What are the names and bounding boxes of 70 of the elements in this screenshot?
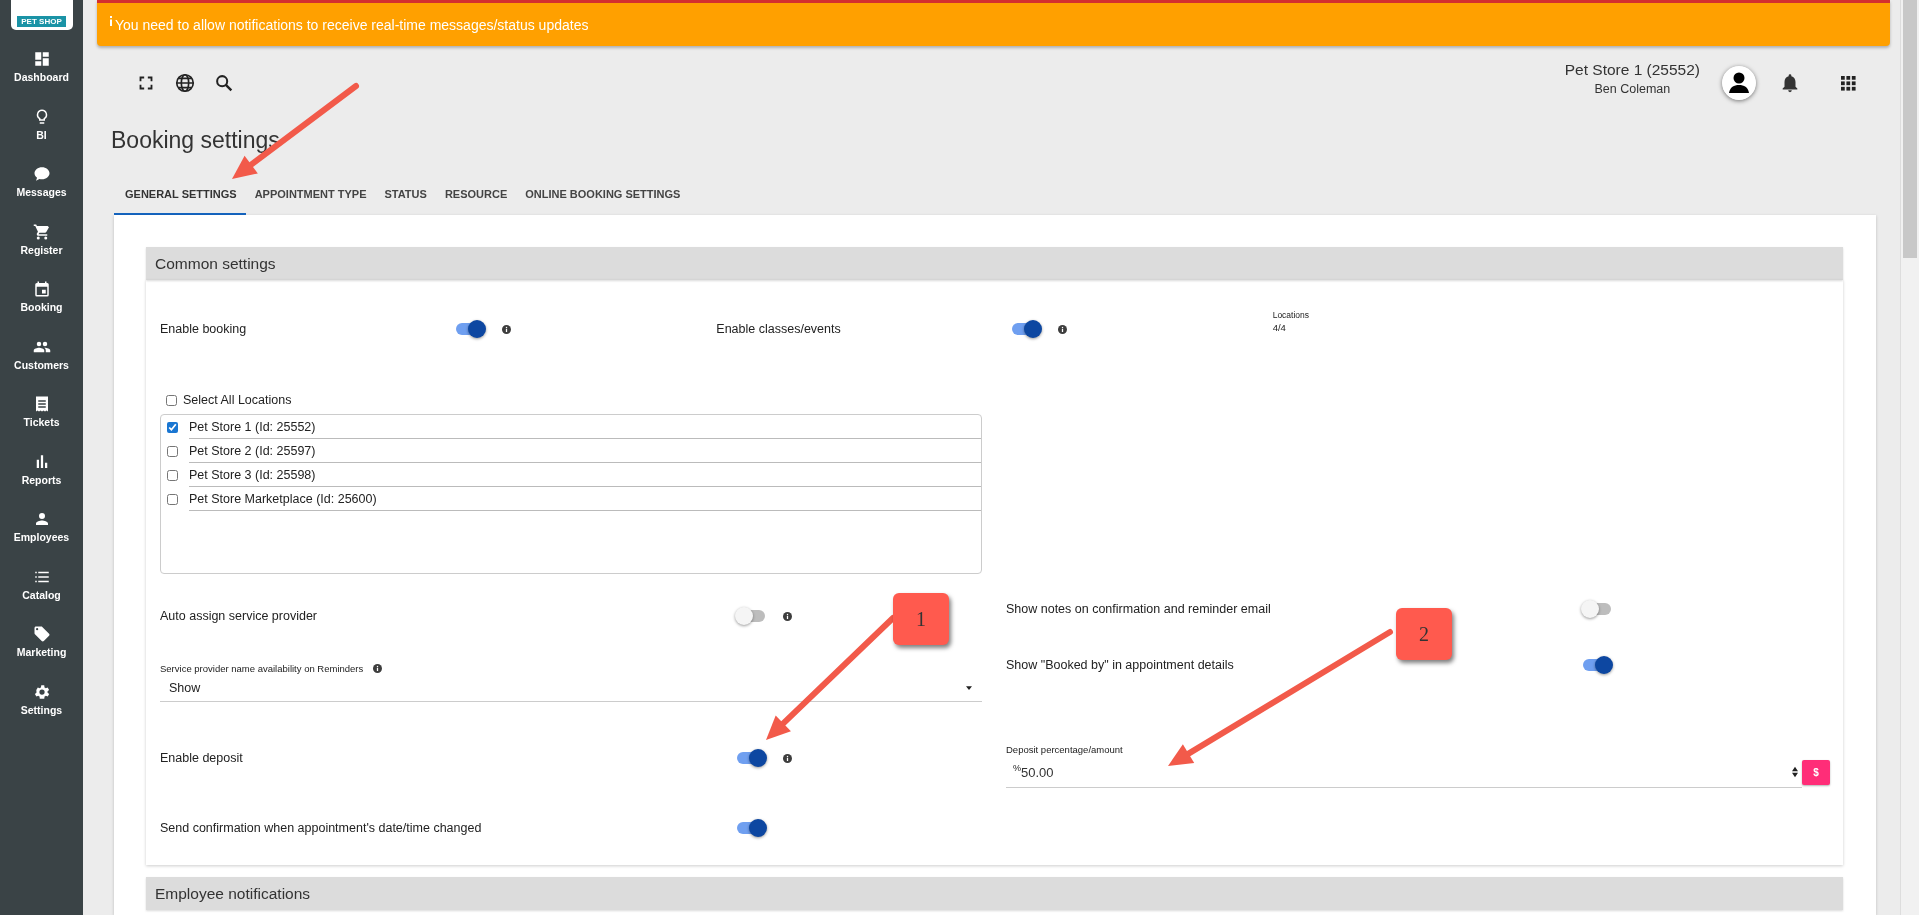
search-icon[interactable]: [213, 72, 235, 94]
checkbox[interactable]: [167, 469, 178, 481]
sidebar-item[interactable]: Settings: [0, 670, 83, 728]
location-item[interactable]: Pet Store 1 (Id: 25552): [189, 415, 981, 439]
field-label: Deposit percentage/amount: [1006, 744, 1123, 755]
location-item[interactable]: Pet Store 3 (Id: 25598): [189, 463, 981, 487]
section-header: Common settings: [146, 247, 1843, 280]
sidebar-item[interactable]: Employees: [0, 498, 83, 556]
location-item[interactable]: Pet Store 2 (Id: 25597): [189, 439, 981, 463]
sidebar-item[interactable]: Tickets: [0, 383, 83, 441]
tag-icon: [32, 625, 51, 644]
sidebar-item[interactable]: Dashboard: [0, 38, 83, 96]
user-name: Ben Coleman: [1594, 81, 1671, 96]
toggle-switch[interactable]: [735, 748, 769, 768]
dashboard-icon: [32, 50, 51, 69]
info-icon[interactable]: [783, 611, 792, 621]
setting-label: Show "Booked by" in appointment details: [1006, 658, 1235, 672]
sidebar-item[interactable]: Reports: [0, 440, 83, 498]
setting-label: Enable booking: [160, 322, 248, 336]
setting-label: Enable classes/events: [716, 322, 842, 336]
logo[interactable]: PET SHOP: [10, 0, 73, 30]
scrollbar[interactable]: [1900, 0, 1919, 915]
checkbox[interactable]: [167, 445, 178, 457]
info-icon[interactable]: [373, 664, 383, 673]
tab[interactable]: RESOURCE: [435, 175, 517, 215]
checkbox[interactable]: [167, 421, 178, 433]
checkbox[interactable]: [166, 394, 177, 406]
caret-icon: [966, 685, 972, 690]
setting-label: Send confirmation when appointment's date/time changed: [160, 821, 483, 835]
number-callout: 1: [893, 593, 949, 645]
sidebar-item[interactable]: Messages: [0, 153, 83, 211]
setting-label: Show notes on confirmation and reminder email: [1006, 602, 1272, 616]
locations-label: Locations: [1272, 310, 1311, 320]
spinner-icon[interactable]: [1792, 766, 1798, 778]
info-icon[interactable]: [1058, 324, 1068, 334]
setting-label: Auto assign service provider: [160, 609, 319, 623]
tab[interactable]: APPOINTMENT TYPE: [245, 175, 376, 215]
cart-icon: [32, 222, 51, 241]
globe-icon[interactable]: [174, 72, 196, 94]
number-callout: 2: [1396, 608, 1452, 660]
currency-button[interactable]: $: [1802, 760, 1830, 785]
location-item[interactable]: Pet Store Marketplace (Id: 25600): [189, 487, 981, 511]
calendar-icon: [32, 280, 51, 299]
checkbox[interactable]: [167, 493, 178, 505]
locations-count: 4/4: [1272, 322, 1287, 333]
field-label: Service provider name availability on Reminders: [160, 663, 364, 674]
dropdown-field[interactable]: Show: [160, 674, 982, 702]
page-title: Booking settings: [111, 126, 281, 155]
avatar-icon[interactable]: [1722, 66, 1756, 100]
apps-grid-icon[interactable]: [1841, 75, 1856, 91]
settings-icon: [32, 682, 51, 701]
info-icon[interactable]: [502, 324, 511, 334]
info-icon[interactable]: [783, 753, 792, 763]
toggle-switch[interactable]: [1581, 655, 1615, 675]
sidebar-item[interactable]: Booking: [0, 268, 83, 326]
sidebar-item[interactable]: Register: [0, 210, 83, 268]
toggle-switch[interactable]: [454, 319, 488, 339]
sidebar-item[interactable]: Customers: [0, 325, 83, 383]
checkbox-label: Select All Locations: [183, 393, 292, 407]
tab[interactable]: STATUS: [375, 175, 436, 215]
sidebar-item[interactable]: BI: [0, 95, 83, 153]
toggle-switch[interactable]: [735, 818, 769, 838]
sidebar-item[interactable]: Catalog: [0, 555, 83, 613]
setting-label: Enable deposit: [160, 751, 244, 765]
store-name: Pet Store 1 (25552): [1564, 60, 1700, 79]
tab[interactable]: ONLINE BOOKING SETTINGS: [516, 175, 690, 215]
banner-text: You need to allow notifications to receive real-time messages/status updates: [115, 16, 589, 33]
sidebar-item[interactable]: Marketing: [0, 613, 83, 671]
section-header: Employee notifications: [146, 877, 1843, 910]
info-icon: [109, 15, 113, 26]
